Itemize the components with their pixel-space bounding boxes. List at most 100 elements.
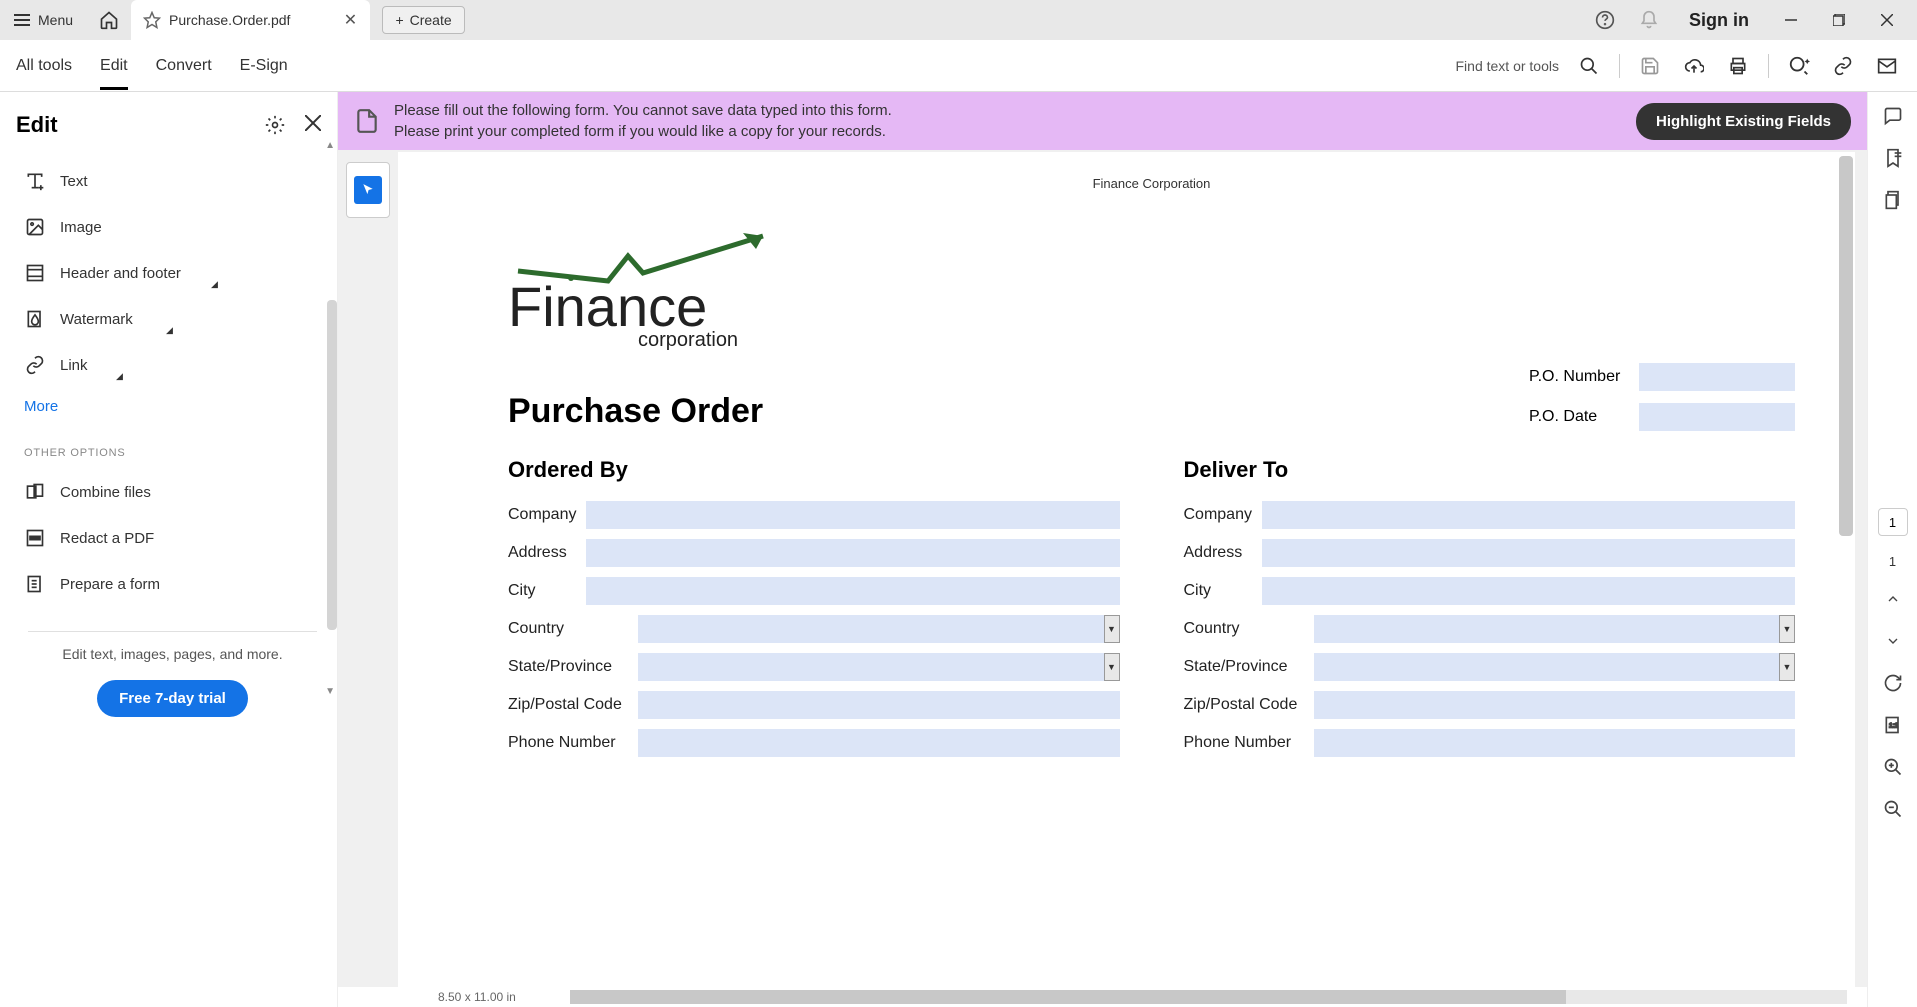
ordered-country-select[interactable] (638, 615, 1104, 643)
hamburger-icon (14, 14, 30, 26)
selection-tool[interactable] (346, 162, 390, 218)
save-button[interactable] (1636, 52, 1664, 80)
ordered-zip-input[interactable] (638, 691, 1120, 719)
gear-icon (265, 115, 285, 135)
panel-scrollbar[interactable]: ▲ ▼ (325, 140, 337, 1007)
signin-button[interactable]: Sign in (1673, 10, 1765, 31)
deliver-to-section: Deliver To Company Address City Country▼… (1184, 457, 1796, 767)
upload-button[interactable] (1680, 52, 1708, 80)
total-pages: 1 (1889, 554, 1896, 569)
close-icon (1881, 14, 1893, 26)
right-rail: 1 1 1:1 (1867, 92, 1917, 1007)
deliver-state-select[interactable] (1314, 653, 1780, 681)
tool-header-footer[interactable]: Header and footer ◢ (16, 250, 329, 296)
document-area: Please fill out the following form. You … (338, 92, 1867, 1007)
fit-page-icon: 1:1 (1883, 715, 1903, 735)
search-button[interactable] (1575, 52, 1603, 80)
po-number-label: P.O. Number (1529, 368, 1625, 386)
page-scrollbar[interactable] (1839, 156, 1853, 536)
chevron-down-icon (1885, 633, 1901, 649)
dropdown-button[interactable]: ▼ (1104, 653, 1120, 681)
panel-close-button[interactable] (305, 115, 321, 135)
document-tab[interactable]: Purchase.Order.pdf ✕ (131, 0, 370, 40)
field-label: Country (1184, 620, 1314, 638)
horizontal-scrollbar[interactable] (570, 990, 1847, 1004)
bookmarks-button[interactable] (1881, 146, 1905, 170)
tool-redact[interactable]: Redact a PDF (16, 515, 329, 561)
search-icon (1579, 56, 1599, 76)
tool-label: Header and footer (60, 265, 181, 282)
menu-button[interactable]: Menu (0, 0, 87, 40)
dropdown-button[interactable]: ▼ (1104, 615, 1120, 643)
dropdown-button[interactable]: ▼ (1779, 615, 1795, 643)
tool-watermark[interactable]: Watermark ◢ (16, 296, 329, 342)
ordered-company-input[interactable] (586, 501, 1120, 529)
close-window-button[interactable] (1865, 0, 1909, 40)
po-number-input[interactable] (1639, 363, 1795, 391)
print-button[interactable] (1724, 52, 1752, 80)
field-label: Zip/Postal Code (1184, 696, 1314, 714)
more-link[interactable]: More (16, 388, 329, 425)
tool-prepare-form[interactable]: Prepare a form (16, 561, 329, 607)
page-down-button[interactable] (1881, 629, 1905, 653)
deliver-address-input[interactable] (1262, 539, 1796, 567)
deliver-phone-input[interactable] (1314, 729, 1796, 757)
ordered-city-input[interactable] (586, 577, 1120, 605)
minimize-button[interactable] (1769, 0, 1813, 40)
tab-close-button[interactable]: ✕ (338, 8, 362, 32)
comments-button[interactable] (1881, 104, 1905, 128)
field-label: Zip/Postal Code (508, 696, 638, 714)
tool-text[interactable]: Text (16, 158, 329, 204)
fit-page-button[interactable]: 1:1 (1881, 713, 1905, 737)
zoom-in-button[interactable] (1881, 755, 1905, 779)
dropdown-button[interactable]: ▼ (1779, 653, 1795, 681)
ai-button[interactable] (1785, 52, 1813, 80)
logo: Finance corporation (508, 231, 1795, 351)
email-button[interactable] (1873, 52, 1901, 80)
zoom-out-button[interactable] (1881, 797, 1905, 821)
rotate-button[interactable] (1881, 671, 1905, 695)
nav-all-tools[interactable]: All tools (16, 45, 72, 87)
home-button[interactable] (87, 0, 131, 40)
nav-esign[interactable]: E-Sign (240, 45, 288, 87)
notifications-button[interactable] (1629, 0, 1669, 40)
pages-button[interactable] (1881, 188, 1905, 212)
nav-edit[interactable]: Edit (100, 45, 128, 87)
ordered-address-input[interactable] (586, 539, 1120, 567)
deliver-city-input[interactable] (1262, 577, 1796, 605)
po-date-input[interactable] (1639, 403, 1795, 431)
page-up-button[interactable] (1881, 587, 1905, 611)
highlight-fields-button[interactable]: Highlight Existing Fields (1636, 103, 1851, 140)
plus-icon: + (395, 12, 403, 28)
maximize-button[interactable] (1817, 0, 1861, 40)
trial-button[interactable]: Free 7-day trial (97, 680, 248, 717)
find-label: Find text or tools (1456, 58, 1560, 74)
link-button[interactable] (1829, 52, 1857, 80)
comment-icon (1883, 106, 1903, 126)
panel-settings-button[interactable] (265, 115, 285, 135)
chevron-up-icon (1885, 591, 1901, 607)
help-button[interactable] (1585, 0, 1625, 40)
ordered-by-section: Ordered By Company Address City Country▼… (508, 457, 1120, 767)
po-date-label: P.O. Date (1529, 408, 1625, 426)
print-icon (1728, 56, 1748, 76)
other-options-label: OTHER OPTIONS (16, 425, 329, 469)
help-icon (1595, 10, 1615, 30)
nav-convert[interactable]: Convert (156, 45, 212, 87)
create-button[interactable]: + Create (382, 6, 464, 34)
ordered-phone-input[interactable] (638, 729, 1120, 757)
deliver-company-input[interactable] (1262, 501, 1796, 529)
link-icon (1833, 56, 1853, 76)
tool-label: Image (60, 219, 102, 236)
caret-icon: ◢ (166, 325, 173, 336)
tool-image[interactable]: Image (16, 204, 329, 250)
thumbnail-rail (338, 150, 398, 1007)
save-icon (1640, 56, 1660, 76)
ordered-state-select[interactable] (638, 653, 1104, 681)
deliver-zip-input[interactable] (1314, 691, 1796, 719)
tool-label: Watermark (60, 311, 133, 328)
tool-combine[interactable]: Combine files (16, 469, 329, 515)
current-page-input[interactable]: 1 (1878, 508, 1908, 536)
tool-link[interactable]: Link ◢ (16, 342, 329, 388)
deliver-country-select[interactable] (1314, 615, 1780, 643)
